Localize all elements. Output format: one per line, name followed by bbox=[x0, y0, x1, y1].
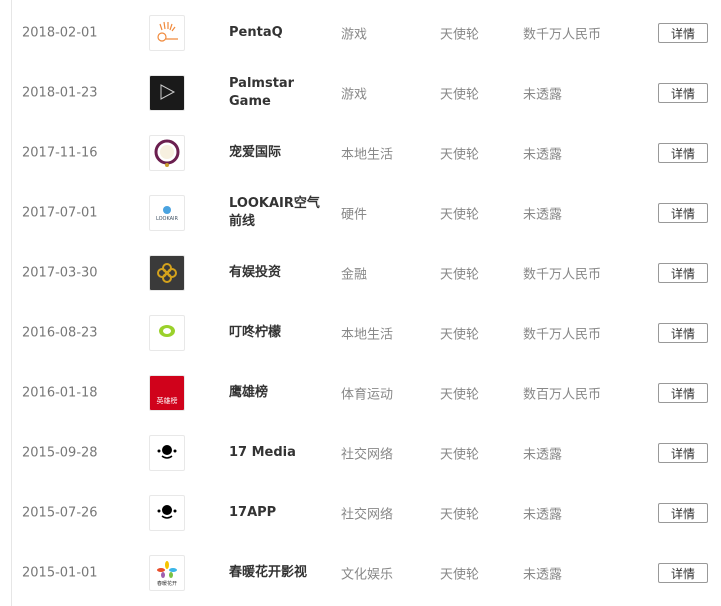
category: 社交网络 bbox=[341, 507, 394, 523]
company-logo-icon[interactable] bbox=[149, 315, 185, 351]
date: 2015-09-28 bbox=[22, 445, 98, 461]
funding-amount: 数千万人民币 bbox=[523, 27, 602, 43]
date: 2018-02-01 bbox=[22, 25, 98, 41]
funding-round: 天使轮 bbox=[440, 27, 480, 43]
table-row: 2015-01-01 春暖花开 春暖花开影视 文化娱乐 天使轮 未透露 详情 bbox=[12, 543, 721, 603]
company-name[interactable]: Palmstar Game bbox=[229, 75, 324, 111]
category: 社交网络 bbox=[341, 447, 394, 463]
date: 2015-01-01 bbox=[22, 565, 98, 581]
table-row: 2015-07-26 17APP 社交网络 天使轮 未透露 详情 bbox=[12, 483, 721, 543]
funding-amount: 数百万人民币 bbox=[523, 387, 602, 403]
company-logo-icon[interactable]: LOOKAIR bbox=[149, 195, 185, 231]
funding-amount: 未透露 bbox=[523, 567, 563, 583]
company-name[interactable]: 17APP bbox=[229, 504, 324, 522]
svg-text:LOOKAIR: LOOKAIR bbox=[156, 216, 179, 222]
funding-amount: 未透露 bbox=[523, 207, 563, 223]
detail-button[interactable]: 详情 bbox=[658, 203, 708, 223]
detail-button[interactable]: 详情 bbox=[658, 563, 708, 583]
date: 2015-07-26 bbox=[22, 505, 98, 521]
svg-text:春暖花开: 春暖花开 bbox=[157, 580, 177, 587]
table-row: 2017-03-30 有娱投资 金融 天使轮 数千万人民币 详情 bbox=[12, 243, 721, 303]
funding-round: 天使轮 bbox=[440, 207, 480, 223]
table-row: 2017-07-01 LOOKAIR LOOKAIR空气前线 硬件 天使轮 未透露 详情 bbox=[12, 183, 721, 243]
company-logo-icon[interactable] bbox=[149, 495, 185, 531]
company-logo-icon[interactable]: 春暖花开 bbox=[149, 555, 185, 591]
category: 体育运动 bbox=[341, 387, 394, 403]
table-row: 2016-08-23 叮咚柠檬 本地生活 天使轮 数千万人民币 详情 bbox=[12, 303, 721, 363]
company-logo-icon[interactable] bbox=[149, 255, 185, 291]
funding-round: 天使轮 bbox=[440, 327, 480, 343]
detail-button[interactable]: 详情 bbox=[658, 263, 708, 283]
date: 2018-01-23 bbox=[22, 85, 98, 101]
funding-round: 天使轮 bbox=[440, 447, 480, 463]
detail-button[interactable]: 详情 bbox=[658, 323, 708, 343]
funding-amount: 数千万人民币 bbox=[523, 327, 602, 343]
category: 本地生活 bbox=[341, 327, 394, 343]
company-logo-icon[interactable] bbox=[149, 435, 185, 471]
funding-round: 天使轮 bbox=[440, 567, 480, 583]
funding-round: 天使轮 bbox=[440, 267, 480, 283]
table-row: 2017-11-16 宠爱国际 本地生活 天使轮 未透露 详情 bbox=[12, 123, 721, 183]
company-logo-icon[interactable] bbox=[149, 15, 185, 51]
company-name[interactable]: 17 Media bbox=[229, 444, 324, 462]
funding-amount: 未透露 bbox=[523, 507, 563, 523]
company-name[interactable]: 有娱投资 bbox=[229, 264, 324, 282]
company-name[interactable]: LOOKAIR空气前线 bbox=[229, 195, 324, 231]
funding-round: 天使轮 bbox=[440, 147, 480, 163]
funding-amount: 未透露 bbox=[523, 147, 563, 163]
company-name[interactable]: PentaQ bbox=[229, 24, 324, 42]
category: 金融 bbox=[341, 267, 368, 283]
table-row: 2015-09-28 17 Media 社交网络 天使轮 未透露 详情 bbox=[12, 423, 721, 483]
date: 2016-08-23 bbox=[22, 325, 98, 341]
company-name[interactable]: 鹰雄榜 bbox=[229, 384, 324, 402]
detail-button[interactable]: 详情 bbox=[658, 83, 708, 103]
detail-button[interactable]: 详情 bbox=[658, 503, 708, 523]
detail-button[interactable]: 详情 bbox=[658, 443, 708, 463]
company-name[interactable]: 叮咚柠檬 bbox=[229, 324, 324, 342]
company-name[interactable]: 春暖花开影视 bbox=[229, 564, 324, 582]
table-row: 2018-01-23 Palmstar Game 游戏 天使轮 未透露 详情 bbox=[12, 63, 721, 123]
category: 硬件 bbox=[341, 207, 368, 223]
category: 游戏 bbox=[341, 27, 368, 43]
category: 本地生活 bbox=[341, 147, 394, 163]
detail-button[interactable]: 详情 bbox=[658, 143, 708, 163]
category: 游戏 bbox=[341, 87, 368, 103]
table-row: 2016-01-18 英雄榜 鹰雄榜 体育运动 天使轮 数百万人民币 详情 bbox=[12, 363, 721, 423]
date: 2016-01-18 bbox=[22, 385, 98, 401]
date: 2017-03-30 bbox=[22, 265, 98, 281]
funding-round: 天使轮 bbox=[440, 87, 480, 103]
date: 2017-11-16 bbox=[22, 145, 98, 161]
company-logo-icon[interactable]: 英雄榜 bbox=[149, 375, 185, 411]
company-logo-icon[interactable] bbox=[149, 75, 185, 111]
funding-round: 天使轮 bbox=[440, 387, 480, 403]
funding-amount: 未透露 bbox=[523, 447, 563, 463]
category: 文化娱乐 bbox=[341, 567, 394, 583]
company-name[interactable]: 宠爱国际 bbox=[229, 144, 324, 162]
date: 2017-07-01 bbox=[22, 205, 98, 221]
funding-amount: 未透露 bbox=[523, 87, 563, 103]
funding-amount: 数千万人民币 bbox=[523, 267, 602, 283]
detail-button[interactable]: 详情 bbox=[658, 383, 708, 403]
company-logo-icon[interactable] bbox=[149, 135, 185, 171]
funding-round: 天使轮 bbox=[440, 507, 480, 523]
detail-button[interactable]: 详情 bbox=[658, 23, 708, 43]
table-row: 2018-02-01 PentaQ 游戏 天使轮 数千万人民币 详情 bbox=[12, 3, 721, 63]
